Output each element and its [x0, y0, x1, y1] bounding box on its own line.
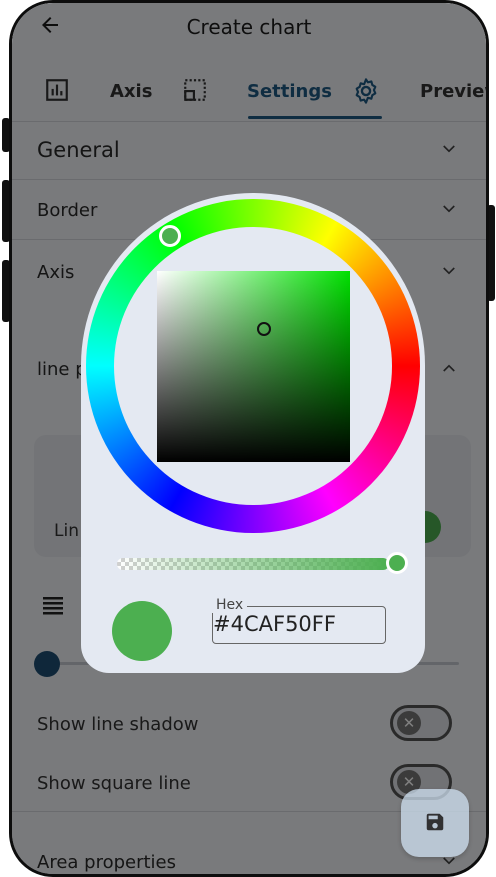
hex-label: Hex — [212, 597, 248, 613]
saturation-value-marker[interactable] — [257, 322, 271, 336]
app-screen: Create chart Axis Settings Preview — [12, 3, 486, 874]
hue-marker[interactable] — [159, 225, 181, 247]
alpha-slider-thumb[interactable] — [386, 552, 408, 574]
color-picker-dialog: Hex #4CAF50FF — [81, 193, 425, 673]
saturation-value-area[interactable] — [157, 271, 350, 462]
alpha-slider-track[interactable] — [117, 558, 389, 570]
save-icon — [426, 813, 444, 831]
save-button[interactable] — [401, 789, 469, 857]
phone-frame: Create chart Axis Settings Preview — [9, 0, 489, 877]
alpha-gradient — [117, 558, 389, 570]
hex-input-value[interactable]: #4CAF50FF — [213, 612, 336, 636]
color-preview-swatch — [112, 601, 172, 661]
